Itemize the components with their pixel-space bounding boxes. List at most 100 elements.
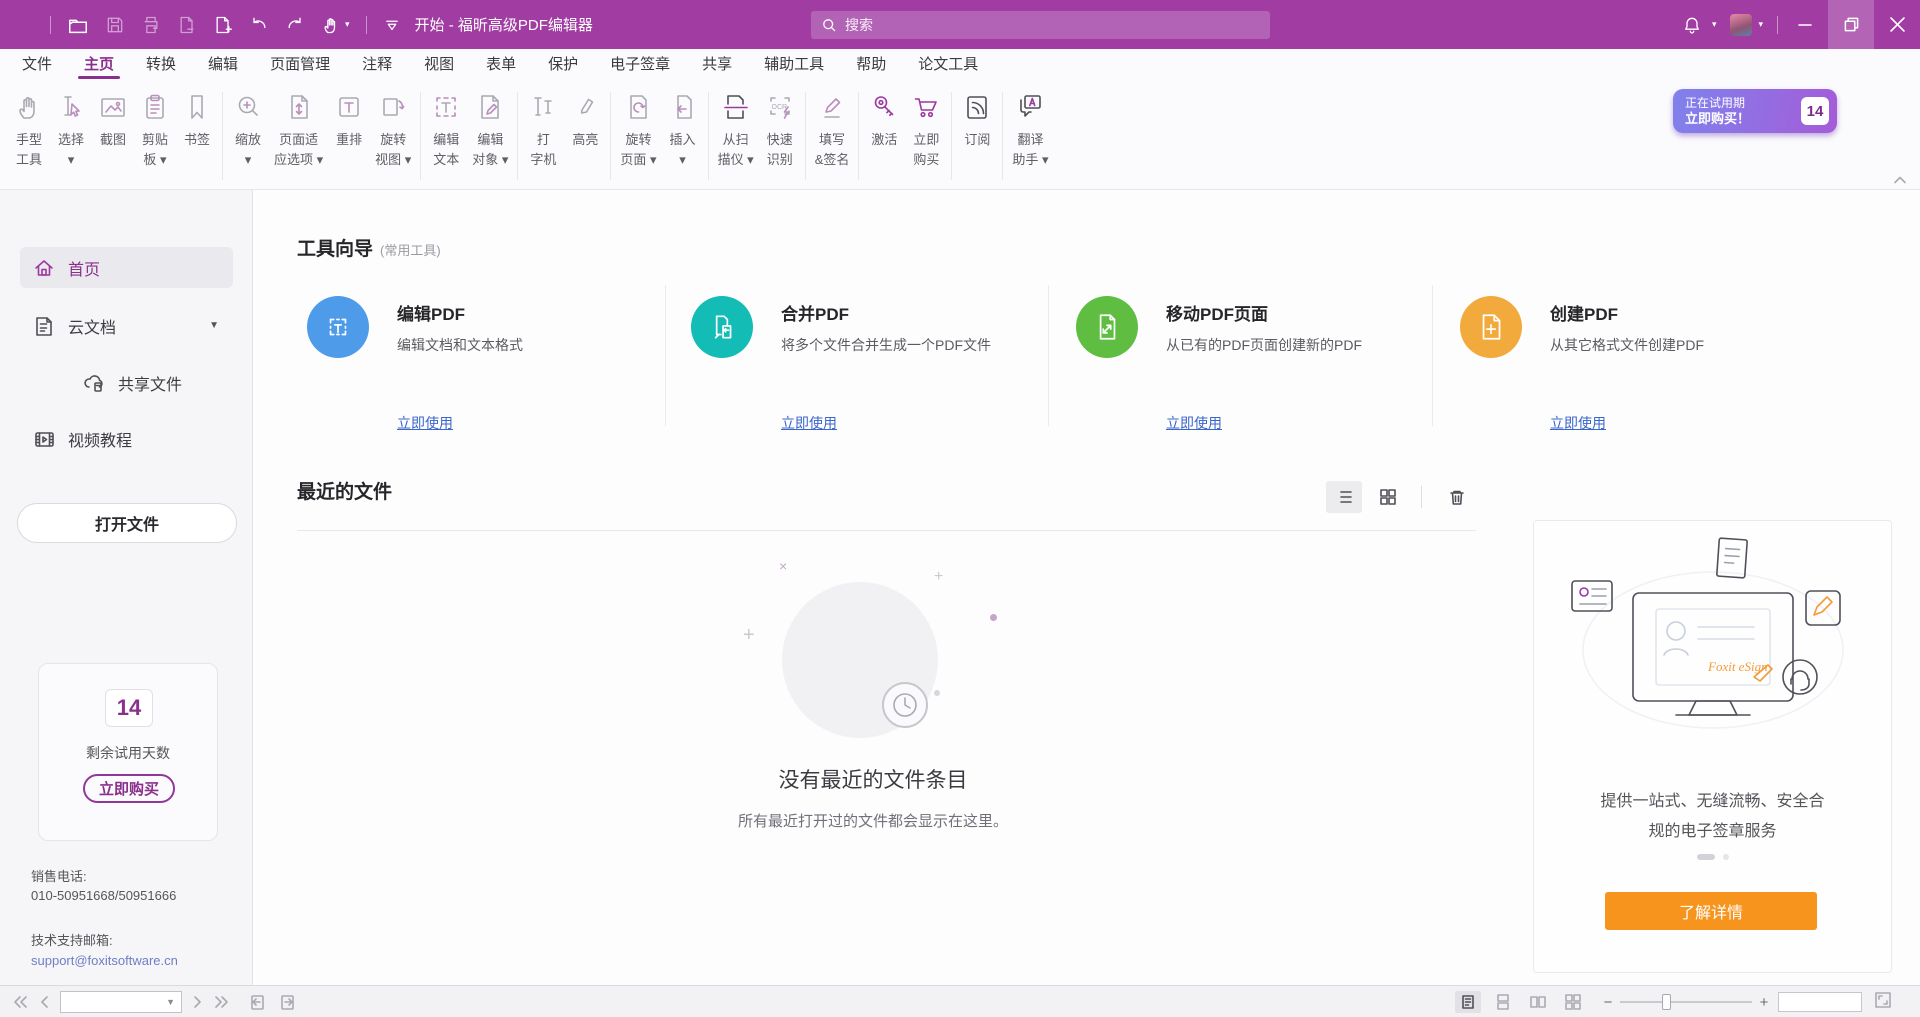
sidebar-item-home[interactable]: 首页: [20, 247, 233, 288]
menu-share[interactable]: 共享: [686, 49, 748, 80]
ribbon-bookmark[interactable]: 书签: [176, 86, 218, 151]
notifications-caret[interactable]: ▾: [1712, 19, 1717, 30]
menu-help[interactable]: 帮助: [840, 49, 902, 80]
menu-file[interactable]: 文件: [6, 49, 68, 80]
zoom-slider-track[interactable]: [1620, 1001, 1752, 1003]
close-button[interactable]: [1874, 0, 1920, 49]
account-caret[interactable]: ▾: [1758, 19, 1763, 30]
ribbon-edit-text[interactable]: 编辑 文本: [425, 86, 467, 168]
ribbon-select-tool[interactable]: 选择 ▾: [50, 86, 92, 168]
ribbon-edit-object[interactable]: 编辑 对象 ▾: [467, 86, 513, 168]
ribbon-toolbar: 手型 工具 选择 ▾ 截图 剪贴 板 ▾ 书签 缩放 ▾: [0, 80, 1920, 190]
learn-more-button[interactable]: 了解详情: [1605, 892, 1817, 930]
carousel-dots[interactable]: [1534, 854, 1891, 860]
last-page-button[interactable]: [214, 995, 230, 1009]
grid-view-button[interactable]: [1370, 481, 1406, 513]
menu-view[interactable]: 视图: [408, 49, 470, 80]
minimize-button[interactable]: [1782, 0, 1828, 49]
trial-days-badge: 14: [1801, 97, 1829, 125]
use-now-link[interactable]: 立即使用: [1550, 413, 1606, 433]
redo-icon[interactable]: [285, 15, 305, 35]
single-page-view-button[interactable]: [1455, 991, 1481, 1013]
scroll-up-icon[interactable]: [1894, 176, 1906, 184]
ribbon-from-scanner[interactable]: 从扫 描仪 ▾: [713, 86, 759, 168]
page-number-input[interactable]: ▼: [60, 991, 182, 1013]
menu-accessibility[interactable]: 辅助工具: [748, 49, 840, 80]
facing-continuous-view-button[interactable]: [1560, 991, 1586, 1013]
cloud-docs-caret[interactable]: ▼: [209, 320, 219, 331]
use-now-link[interactable]: 立即使用: [397, 413, 453, 433]
ribbon-fill-sign[interactable]: 填写 &签名: [810, 86, 855, 168]
trial-badge[interactable]: 正在试用期 立即购买！ 14: [1673, 89, 1837, 133]
fit-screen-button[interactable]: [1874, 991, 1892, 1009]
use-now-link[interactable]: 立即使用: [781, 413, 837, 433]
menu-convert[interactable]: 转换: [130, 49, 192, 80]
menu-esign[interactable]: 电子签章: [594, 49, 686, 80]
customize-toolbar-icon[interactable]: [383, 16, 401, 34]
menu-home[interactable]: 主页: [68, 49, 130, 80]
prev-page-button[interactable]: [39, 995, 49, 1009]
sidebar-item-shared-files[interactable]: 共享文件: [20, 362, 233, 403]
menu-page-management[interactable]: 页面管理: [254, 49, 346, 80]
ribbon-insert[interactable]: 插入 ▾: [662, 86, 704, 168]
previous-view-button[interactable]: [247, 993, 267, 1011]
ribbon-highlight[interactable]: 高亮: [564, 86, 606, 151]
tool-card-merge-pdf[interactable]: 合并PDF 将多个文件合并生成一个PDF文件 立即使用: [689, 286, 1029, 446]
ribbon-rotate-view[interactable]: 旋转 视图 ▾: [370, 86, 416, 168]
ribbon-activate[interactable]: 激活: [863, 86, 905, 151]
sidebar-item-video-tutorials[interactable]: 视频教程: [20, 418, 233, 459]
search-input[interactable]: 搜索: [811, 11, 1270, 39]
first-page-button[interactable]: [12, 995, 28, 1009]
ribbon-rotate-page[interactable]: 旋转 页面 ▾: [615, 86, 661, 168]
tool-card-create-pdf[interactable]: 创建PDF 从其它格式文件创建PDF 立即使用: [1458, 286, 1798, 446]
restore-button[interactable]: [1828, 0, 1874, 49]
tool-card-edit-pdf[interactable]: 编辑PDF 编辑文档和文本格式 立即使用: [305, 286, 645, 446]
ribbon-translate[interactable]: 翻译 助手 ▾: [1007, 86, 1053, 168]
ribbon-ocr[interactable]: OCR 快速 识别: [759, 86, 801, 168]
next-page-button[interactable]: [193, 995, 203, 1009]
notifications-bell-icon[interactable]: [1682, 15, 1702, 35]
use-now-link[interactable]: 立即使用: [1166, 413, 1222, 433]
zoom-in-button[interactable]: +: [1754, 991, 1774, 1013]
rotate-page-icon: [623, 86, 653, 128]
buy-now-button[interactable]: 立即购买: [83, 774, 175, 803]
save-icon[interactable]: [105, 15, 125, 35]
sidebar-item-cloud-docs[interactable]: 云文档 ▼: [20, 305, 233, 346]
ribbon-subscribe[interactable]: 订阅: [956, 86, 998, 151]
print-icon[interactable]: [141, 15, 161, 35]
ribbon-fit-options[interactable]: 页面适 应选项 ▾: [269, 86, 328, 168]
zoom-out-button[interactable]: −: [1598, 991, 1618, 1013]
new-page-icon[interactable]: [213, 15, 233, 35]
menu-form[interactable]: 表单: [470, 49, 532, 80]
tool-card-move-pages[interactable]: 移动PDF页面 从已有的PDF页面创建新的PDF 立即使用: [1074, 286, 1414, 446]
hand-tool-icon[interactable]: ▾: [321, 15, 350, 35]
delete-page-icon[interactable]: [177, 15, 197, 35]
next-view-button[interactable]: [278, 993, 298, 1011]
list-view-button[interactable]: [1326, 481, 1362, 513]
carousel-dot[interactable]: [1723, 854, 1729, 860]
menu-comment[interactable]: 注释: [346, 49, 408, 80]
ribbon-hand-tool[interactable]: 手型 工具: [8, 86, 50, 168]
continuous-view-button[interactable]: [1490, 991, 1516, 1013]
open-file-icon[interactable]: [67, 14, 89, 36]
main-content: 工具向导 (常用工具) 编辑PDF 编辑文档和文本格式 立即使用 合并PDF 将…: [253, 190, 1920, 985]
facing-view-button[interactable]: [1525, 991, 1551, 1013]
user-avatar[interactable]: [1730, 14, 1752, 36]
bookmark-icon: [182, 86, 212, 128]
clear-recent-button[interactable]: [1439, 481, 1475, 513]
ribbon-typewriter[interactable]: 打 字机: [522, 86, 564, 168]
zoom-percent-input[interactable]: [1778, 992, 1862, 1012]
ribbon-zoom[interactable]: 缩放 ▾: [227, 86, 269, 168]
carousel-dot-active[interactable]: [1697, 854, 1715, 860]
menu-edit[interactable]: 编辑: [192, 49, 254, 80]
menu-paper-tools[interactable]: 论文工具: [902, 49, 994, 80]
ribbon-snapshot[interactable]: 截图: [92, 86, 134, 151]
support-email-link[interactable]: support@foxitsoftware.cn: [31, 953, 178, 968]
ribbon-reflow[interactable]: 重排: [328, 86, 370, 151]
open-file-button[interactable]: 打开文件: [17, 503, 237, 543]
menu-protect[interactable]: 保护: [532, 49, 594, 80]
ribbon-buy-now[interactable]: 立即 购买: [905, 86, 947, 168]
zoom-slider-thumb[interactable]: [1662, 994, 1671, 1010]
ribbon-clipboard[interactable]: 剪贴 板 ▾: [134, 86, 176, 168]
undo-icon[interactable]: [249, 15, 269, 35]
